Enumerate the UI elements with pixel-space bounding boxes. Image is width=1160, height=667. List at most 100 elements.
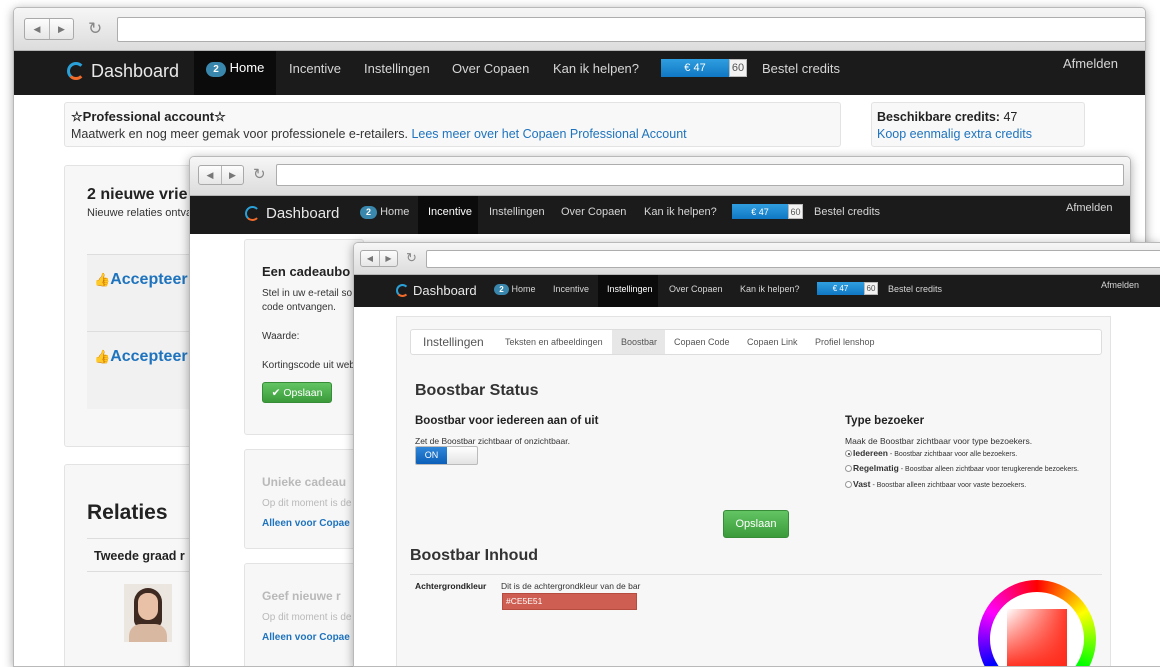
nav-logout[interactable]: Afmelden [1066,202,1112,214]
tab-copaen-code[interactable]: Copaen Code [674,337,730,347]
credit-meter[interactable]: € 47 60 [661,59,747,77]
nav-home[interactable]: 2 Home [494,284,536,295]
tab-copaen-link[interactable]: Copaen Link [747,337,798,347]
pro-title: ☆Professional account☆ [71,109,226,124]
back-arrow-icon[interactable]: ◀ [361,251,379,266]
nav-help[interactable]: Kan ik helpen? [644,206,717,218]
address-bar[interactable] [117,17,1145,42]
copaen-logo-icon [67,62,85,80]
address-bar[interactable] [276,164,1124,186]
nav-settings[interactable]: Instellingen [364,61,430,76]
credit-total: 60 [788,204,803,219]
forward-arrow-icon[interactable]: ▶ [379,251,397,266]
save-button[interactable]: Opslaan [723,510,789,538]
nav-home[interactable]: 2 Home [206,60,264,77]
nav-logout[interactable]: Afmelden [1101,280,1139,290]
professional-account-box: ☆Professional account☆ Maatwerk en nog m… [64,102,841,147]
top-navbar: Dashboard 2 Home Incentive Instellingen … [354,275,1160,307]
credit-meter[interactable]: € 47 60 [732,204,803,219]
history-buttons: ◀ ▶ [198,165,244,185]
check-icon: ✔ [271,386,281,399]
section-divider [410,574,1102,575]
top-navbar: Dashboard 2 Home Incentive Instellingen … [190,196,1130,234]
boostbar-toggle-label: Boostbar voor iedereen aan of uit [415,415,599,427]
color-picker-square[interactable] [1007,609,1067,666]
forward-arrow-icon[interactable]: ▶ [221,166,243,184]
browser-window-front: ◀ ▶ ↻ Dashboard 2 Home Incentive Instell… [353,242,1160,667]
pro-read-more-link[interactable]: Lees meer over het Copaen Professional A… [411,127,686,141]
tab-boostbar[interactable]: Boostbar [621,337,657,347]
avatar-face [138,593,158,620]
visitor-option-fixed[interactable]: Vast - Boostbar alleen zichtbaar voor va… [845,479,1026,489]
back-arrow-icon[interactable]: ◀ [25,19,49,39]
visitor-option-everyone[interactable]: Iedereen - Boostbar zichtbaar voor alle … [845,448,1017,458]
credit-amount: € 47 [732,204,788,219]
nav-logout[interactable]: Afmelden [1063,56,1118,71]
brand-name[interactable]: Dashboard [266,205,339,222]
nav-home-label: Home [380,206,410,218]
reload-icon[interactable]: ↻ [406,250,417,266]
friends-title: 2 nieuwe vrie [87,186,188,203]
reload-icon[interactable]: ↻ [253,165,266,183]
background-color-help: Dit is de achtergrondkleur van de bar [501,581,641,591]
save-button[interactable]: ✔ Opslaan [262,382,332,403]
option-fixed-desc: - Boostbar alleen zichtbaar voor vaste b… [870,482,1027,489]
relations-title: Relaties [87,501,168,524]
nav-incentive[interactable]: Incentive [428,206,472,218]
nav-about[interactable]: Over Copaen [452,61,529,76]
brand-name[interactable]: Dashboard [413,283,477,298]
tab-texts-images[interactable]: Teksten en afbeeldingen [505,337,603,347]
copaen-logo-icon [245,206,260,221]
visitor-type-help: Maak de Boostbar zichtbaar voor type bez… [845,436,1033,446]
nav-help[interactable]: Kan ik helpen? [740,284,800,294]
gift-card-text-2: code ontvangen. [262,302,336,313]
second-degree-label: Tweede graad r [94,549,185,563]
nav-home-label: Home [229,60,265,75]
tab-lens-shop-profile[interactable]: Profiel lenshop [815,337,875,347]
give-new-text: Op dit moment is de [262,612,352,623]
nav-settings[interactable]: Instellingen [489,206,545,218]
nav-incentive[interactable]: Incentive [289,61,341,76]
radio-checked-icon[interactable] [845,450,852,457]
nav-order-credits[interactable]: Bestel credits [814,206,880,218]
back-arrow-icon[interactable]: ◀ [199,166,221,184]
nav-order-credits[interactable]: Bestel credits [888,284,942,294]
background-color-input[interactable]: #CE5E51 [502,593,637,610]
nav-about[interactable]: Over Copaen [561,206,626,218]
notification-badge: 2 [494,284,509,295]
boostbar-content-title: Boostbar Inhoud [410,547,538,564]
history-buttons: ◀ ▶ [360,250,398,267]
buy-credits-link[interactable]: Koop eenmalig extra credits [877,127,1032,141]
give-new-link[interactable]: Alleen voor Copae [262,632,350,643]
nav-help[interactable]: Kan ik helpen? [553,61,639,76]
nav-settings[interactable]: Instellingen [607,284,653,294]
pro-description: Maatwerk en nog meer gemak voor professi… [71,127,408,141]
accept-button-1[interactable]: 👍Accepteer [94,271,188,289]
boostbar-toggle[interactable]: ON [415,446,478,465]
nav-incentive[interactable]: Incentive [553,284,589,294]
credits-line: Beschikbare credits: 47 [877,110,1017,124]
credits-label: Beschikbare credits: [877,110,1000,124]
gift-card-panel: Een cadeaubo Stel in uw e-retail so code… [244,239,364,435]
relation-avatar[interactable] [124,584,172,642]
nav-about[interactable]: Over Copaen [669,284,723,294]
nav-order-credits[interactable]: Bestel credits [762,61,840,76]
thumbs-up-icon: 👍 [94,272,111,287]
credit-meter[interactable]: € 47 60 [817,282,878,295]
reload-icon[interactable]: ↻ [88,19,102,39]
notification-badge: 2 [206,62,226,77]
gift-card-title: Een cadeaubo [262,264,351,279]
brand-name[interactable]: Dashboard [91,61,179,82]
boostbar-toggle-help: Zet de Boostbar zichtbaar of onzichtbaar… [415,436,570,446]
address-bar[interactable] [426,250,1160,268]
accept-button-2[interactable]: 👍Accepteer [94,348,188,366]
toggle-on-label: ON [416,447,447,464]
radio-unchecked-icon[interactable] [845,481,852,488]
unique-gift-title: Unieke cadeau [262,475,347,489]
radio-unchecked-icon[interactable] [845,465,852,472]
visitor-option-regular[interactable]: Regelmatig - Boostbar alleen zichtbaar v… [845,463,1079,473]
nav-home[interactable]: 2 Home [360,206,409,219]
forward-arrow-icon[interactable]: ▶ [49,19,73,39]
credits-value: 47 [1003,110,1018,124]
unique-gift-link[interactable]: Alleen voor Copae [262,518,350,529]
